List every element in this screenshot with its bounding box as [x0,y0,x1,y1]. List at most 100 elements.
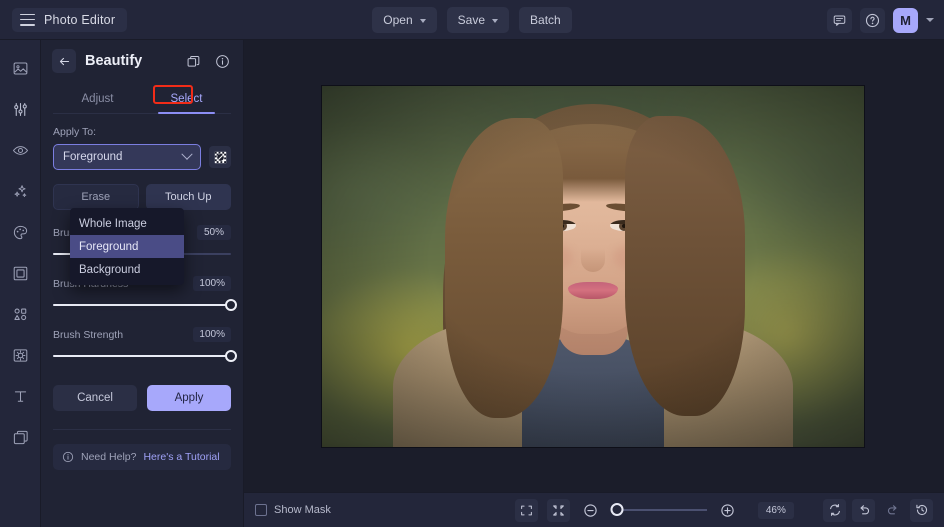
chevron-down-icon [492,18,499,23]
slider-fill [53,304,231,306]
top-toolbar: Photo Editor Open Save Batch M [0,0,944,40]
help-button[interactable] [860,7,885,33]
tool-rail [0,40,41,527]
sidebar-item-frame[interactable] [5,258,35,288]
slider-knob[interactable] [225,350,237,362]
photo-canvas[interactable] [322,86,864,447]
slider-knob[interactable] [225,299,237,311]
cancel-button[interactable]: Cancel [53,385,137,411]
segment-erase[interactable]: Erase [53,184,139,210]
actual-size-button[interactable] [546,498,570,522]
save-label: Save [457,13,486,27]
undo-button[interactable] [852,498,875,522]
brush-size-value: 50% [197,225,231,240]
panel-body: Apply To: Foreground Erase Touch Up Brus… [41,114,243,470]
beautify-panel: Beautify Adjust Select Apply To: Foregro… [41,40,244,527]
apply-to-dropdown: Whole Image Foreground Background [70,208,184,285]
file-actions: Open Save Batch [0,0,944,40]
minus-circle-icon [584,503,597,517]
arrow-left-icon [59,57,69,65]
chevron-down-icon[interactable] [926,18,934,22]
segment-touch-up[interactable]: Touch Up [145,184,231,210]
batch-label: Batch [530,13,561,27]
zoom-controls: 46% [514,498,794,522]
apply-to-label: Apply To: [53,126,96,138]
back-button[interactable] [52,49,76,73]
apply-to-select[interactable]: Foreground [53,144,201,170]
canvas-area[interactable] [244,40,944,492]
chevron-down-icon [181,148,193,160]
show-mask-label: Show Mask [274,504,331,516]
sidebar-item-image[interactable] [5,53,35,83]
eye-icon [12,145,28,155]
dropdown-option-background[interactable]: Background [70,258,184,281]
panel-divider [53,429,231,430]
sidebar-item-layers[interactable] [5,422,35,452]
app-title: Photo Editor [44,12,116,27]
duplicate-icon [187,55,199,67]
plus-circle-icon [721,503,734,517]
fit-screen-icon [520,505,532,515]
apply-button[interactable]: Apply [147,385,231,411]
feedback-button[interactable] [827,7,852,33]
palette-icon [13,225,27,239]
zoom-slider-track [610,509,707,511]
chevron-down-icon [419,18,426,23]
app-menu-button[interactable]: Photo Editor [12,7,128,32]
sidebar-item-effects[interactable] [5,176,35,206]
layers-icon [13,430,28,444]
avatar[interactable]: M [893,7,918,33]
brush-strength-slider[interactable] [53,349,237,363]
save-button[interactable]: Save [446,7,510,33]
zoom-level: 46% [757,501,794,519]
show-mask-toggle[interactable]: Show Mask [255,504,331,516]
zoom-slider-knob[interactable] [610,503,624,516]
tab-select[interactable]: Select [142,84,231,114]
sidebar-item-text[interactable] [5,381,35,411]
bottom-toolbar: Show Mask 46% [244,492,944,527]
dropdown-option-foreground[interactable]: Foreground [70,235,184,258]
sidebar-item-shapes[interactable] [5,299,35,329]
sidebar-item-color[interactable] [5,217,35,247]
mask-tool-button[interactable] [209,146,231,168]
info-button[interactable] [212,51,232,71]
brush-strength-control: Brush Strength 100% [53,327,237,363]
open-button[interactable]: Open [372,7,437,33]
adjust-sliders-icon [13,102,27,116]
mask-tool-icon [214,151,226,163]
brush-hardness-slider[interactable] [53,298,237,312]
avatar-initial: M [900,12,911,28]
sidebar-item-retouch[interactable] [5,135,35,165]
batch-button[interactable]: Batch [519,7,572,33]
history-controls [823,498,933,522]
tutorial-bar[interactable]: Need Help? Here's a Tutorial [53,444,231,470]
open-label: Open [383,13,413,27]
zoom-out-button[interactable] [579,499,602,522]
history-icon [915,504,927,516]
hamburger-icon [20,13,35,26]
frame-icon [13,266,27,280]
dropdown-option-whole-image[interactable]: Whole Image [70,212,184,235]
apply-to-value: Foreground [63,151,123,163]
history-button[interactable] [910,498,933,522]
compare-icon [829,504,840,516]
redo-button[interactable] [881,499,904,522]
zoom-slider[interactable] [610,503,707,517]
sidebar-item-texture[interactable] [5,340,35,370]
apply-to-row: Foreground [53,144,231,170]
fit-screen-button[interactable] [514,498,538,522]
zoom-in-button[interactable] [716,499,739,522]
show-mask-checkbox[interactable] [255,504,267,516]
duplicate-button[interactable] [183,51,203,71]
panel-header: Beautify [41,40,243,82]
compare-button[interactable] [823,498,846,522]
brush-strength-value: 100% [193,327,231,342]
panel-tabs: Adjust Select [53,84,231,114]
image-icon [13,61,27,75]
sidebar-item-adjust[interactable] [5,94,35,124]
tab-adjust[interactable]: Adjust [53,84,142,113]
brush-mode-segmented: Erase Touch Up [53,184,231,210]
slider-fill [53,355,231,357]
photo-editor-app: Photo Editor Open Save Batch M Beautify … [0,0,944,527]
tutorial-link[interactable]: Here's a Tutorial [143,451,219,463]
